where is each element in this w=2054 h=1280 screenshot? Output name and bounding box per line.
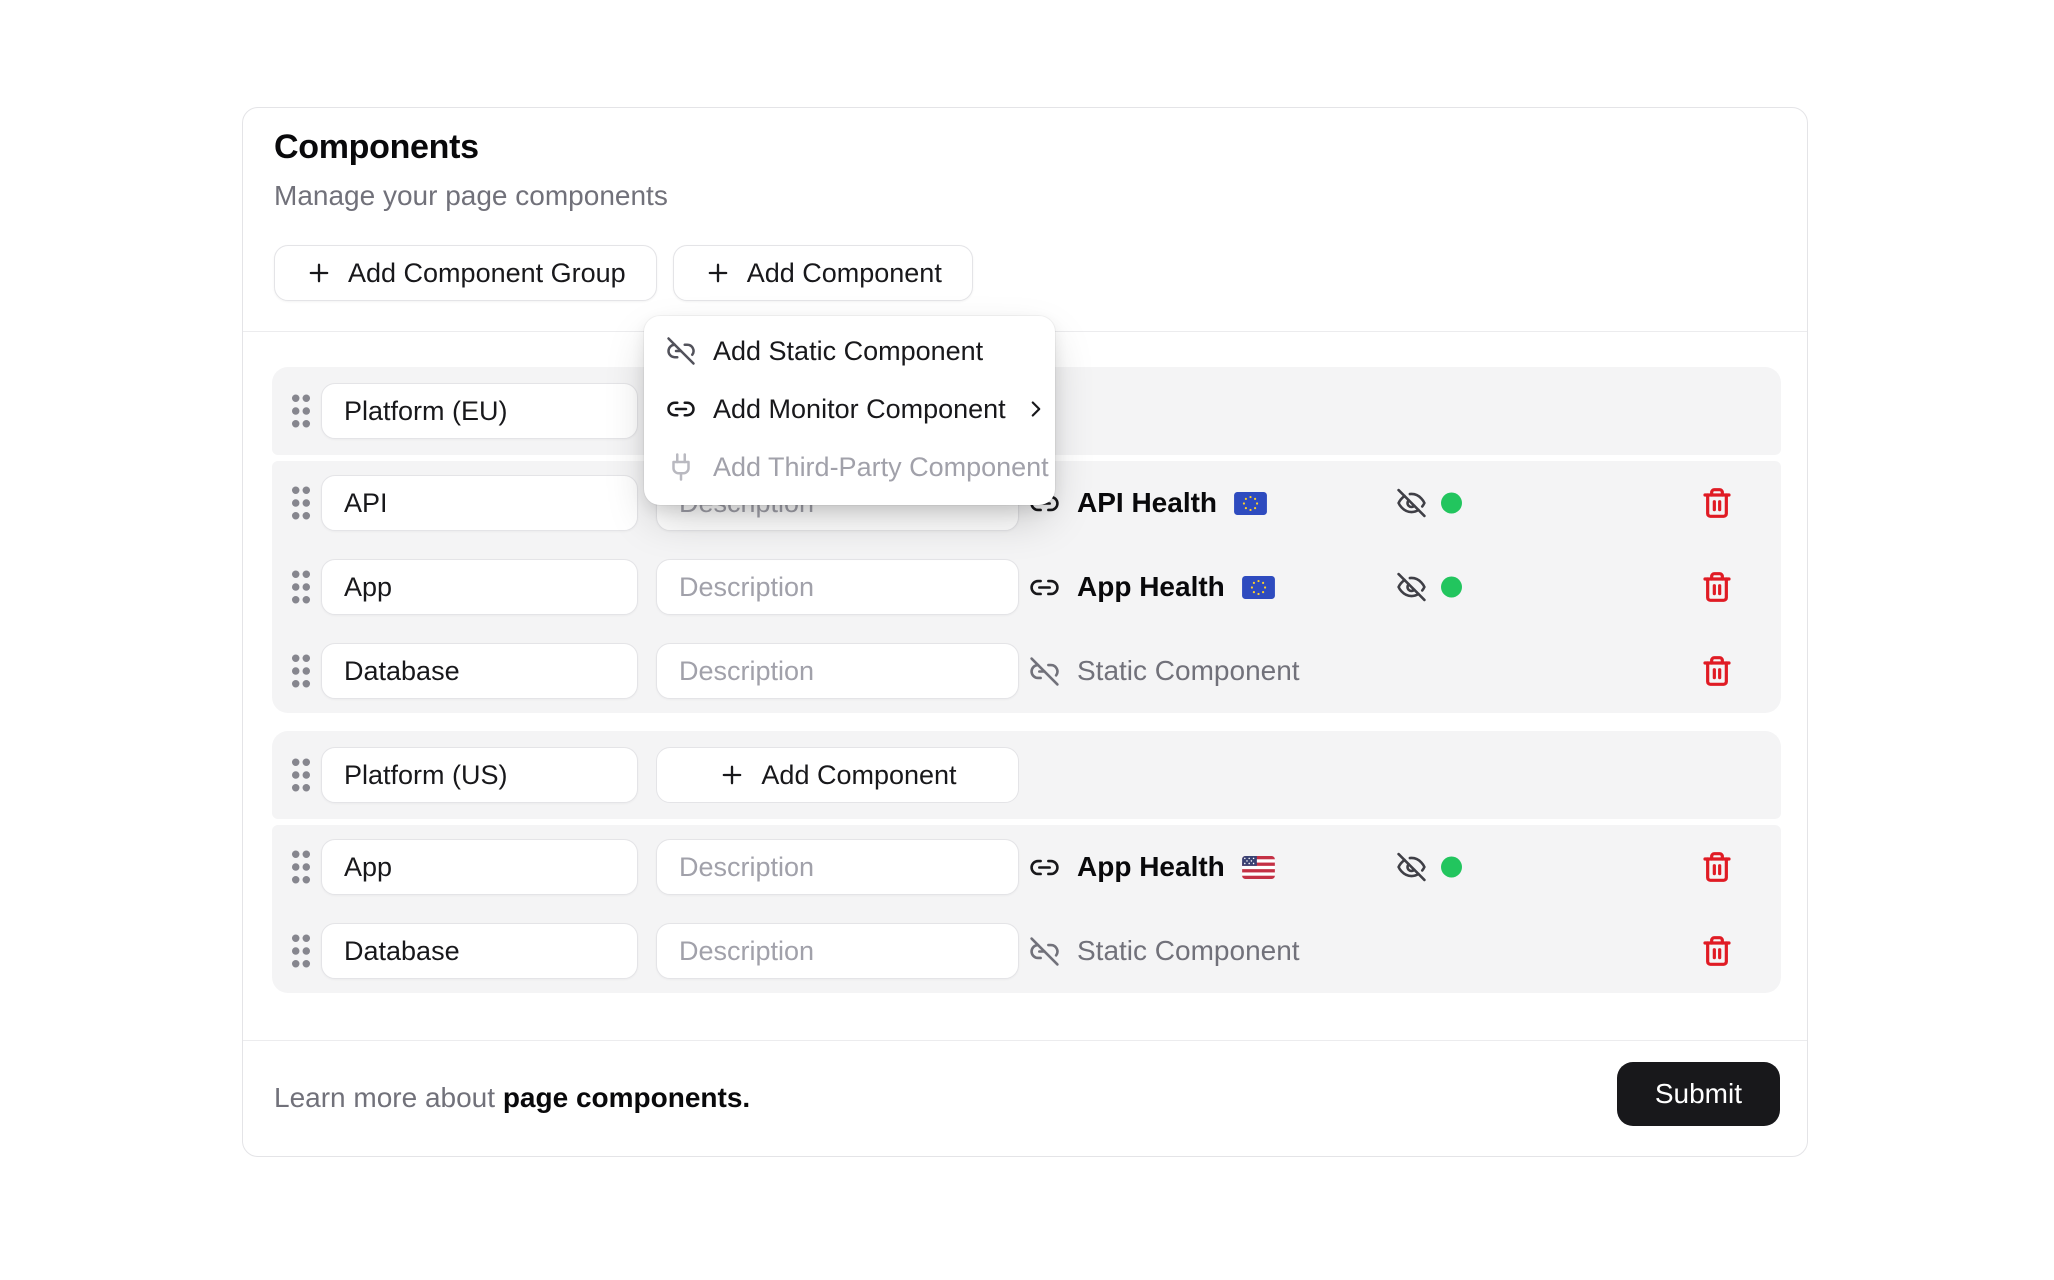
footer-note-prefix: Learn more about [274, 1082, 503, 1113]
delete-component-button[interactable] [1701, 935, 1733, 967]
link-off-icon [1029, 936, 1060, 967]
static-label: Static Component [1077, 935, 1300, 967]
component-description-input[interactable] [656, 923, 1019, 979]
trash-icon [1701, 571, 1733, 603]
component-row-app: App Health [272, 545, 1781, 629]
add-component-button[interactable]: Add Component [673, 245, 973, 301]
footer-note: Learn more about page components. [274, 1082, 750, 1114]
component-description-input[interactable] [656, 643, 1019, 699]
group-name-input[interactable] [321, 383, 638, 439]
menu-item-add-third-party-component: Add Third-Party Component [644, 438, 1055, 496]
menu-item-label: Add Static Component [713, 336, 983, 367]
monitor-label: API Health [1077, 487, 1217, 519]
monitor-label: App Health [1077, 571, 1225, 603]
eu-flag-icon [1242, 576, 1275, 599]
menu-item-add-static-component[interactable]: Add Static Component [644, 322, 1055, 380]
delete-component-button[interactable] [1701, 487, 1733, 519]
plug-icon [666, 452, 696, 482]
trash-icon [1701, 851, 1733, 883]
component-name-input[interactable] [321, 475, 638, 531]
group-header-row: Add Component [272, 731, 1781, 819]
trash-icon [1701, 655, 1733, 687]
component-group-platform-us: Add Component App Health [272, 731, 1781, 993]
monitor-label: App Health [1077, 851, 1225, 883]
monitor-info: App Health [1029, 571, 1275, 603]
footer-divider [243, 1040, 1807, 1041]
menu-item-label: Add Monitor Component [713, 394, 1006, 425]
drag-handle-icon[interactable] [290, 849, 312, 885]
group-add-component-button[interactable]: Add Component [656, 747, 1019, 803]
group-body: App Health [272, 825, 1781, 993]
component-name-input[interactable] [321, 839, 638, 895]
add-component-group-button[interactable]: Add Component Group [274, 245, 657, 301]
plus-icon [704, 259, 732, 287]
trash-icon [1701, 935, 1733, 967]
drag-handle-icon[interactable] [290, 757, 312, 793]
drag-handle-icon[interactable] [290, 393, 312, 429]
eye-off-icon[interactable] [1396, 852, 1427, 883]
component-name-input[interactable] [321, 643, 638, 699]
static-label: Static Component [1077, 655, 1300, 687]
us-flag-icon [1242, 856, 1275, 879]
submit-button[interactable]: Submit [1617, 1062, 1780, 1126]
footer-note-suffix: . [742, 1082, 750, 1113]
trash-icon [1701, 487, 1733, 519]
add-component-label: Add Component [747, 258, 942, 289]
component-row-database: Static Component [272, 629, 1781, 713]
group-add-component-label: Add Component [761, 760, 956, 791]
add-component-menu: Add Static Component Add Monitor Compone… [644, 316, 1055, 505]
eye-off-icon[interactable] [1396, 572, 1427, 603]
monitor-info: API Health [1029, 487, 1267, 519]
menu-item-label: Add Third-Party Component [713, 452, 1049, 483]
eye-off-icon[interactable] [1396, 488, 1427, 519]
link-off-icon [1029, 656, 1060, 687]
component-name-input[interactable] [321, 923, 638, 979]
status-indicator [1441, 857, 1462, 878]
link-icon [666, 394, 696, 424]
page-subtitle: Manage your page components [274, 180, 668, 212]
plus-icon [718, 761, 746, 789]
toolbar: Add Component Group Add Component [274, 245, 973, 301]
delete-component-button[interactable] [1701, 851, 1733, 883]
page-components-link[interactable]: page components [503, 1082, 743, 1113]
status-indicator [1441, 577, 1462, 598]
component-row-database: Static Component [272, 909, 1781, 993]
component-description-input[interactable] [656, 559, 1019, 615]
component-row-app: App Health [272, 825, 1781, 909]
link-icon [1029, 852, 1060, 883]
component-name-input[interactable] [321, 559, 638, 615]
drag-handle-icon[interactable] [290, 653, 312, 689]
chevron-right-icon [1023, 396, 1049, 422]
drag-handle-icon[interactable] [290, 569, 312, 605]
page-title: Components [274, 128, 479, 167]
status-indicator [1441, 493, 1462, 514]
drag-handle-icon[interactable] [290, 933, 312, 969]
static-info: Static Component [1029, 935, 1300, 967]
plus-icon [305, 259, 333, 287]
static-info: Static Component [1029, 655, 1300, 687]
components-card: Components Manage your page components A… [242, 107, 1808, 1157]
drag-handle-icon[interactable] [290, 485, 312, 521]
menu-item-add-monitor-component[interactable]: Add Monitor Component [644, 380, 1055, 438]
eu-flag-icon [1234, 492, 1267, 515]
delete-component-button[interactable] [1701, 571, 1733, 603]
group-name-input[interactable] [321, 747, 638, 803]
delete-component-button[interactable] [1701, 655, 1733, 687]
link-off-icon [666, 336, 696, 366]
add-component-group-label: Add Component Group [348, 258, 626, 289]
monitor-info: App Health [1029, 851, 1275, 883]
component-description-input[interactable] [656, 839, 1019, 895]
link-icon [1029, 572, 1060, 603]
